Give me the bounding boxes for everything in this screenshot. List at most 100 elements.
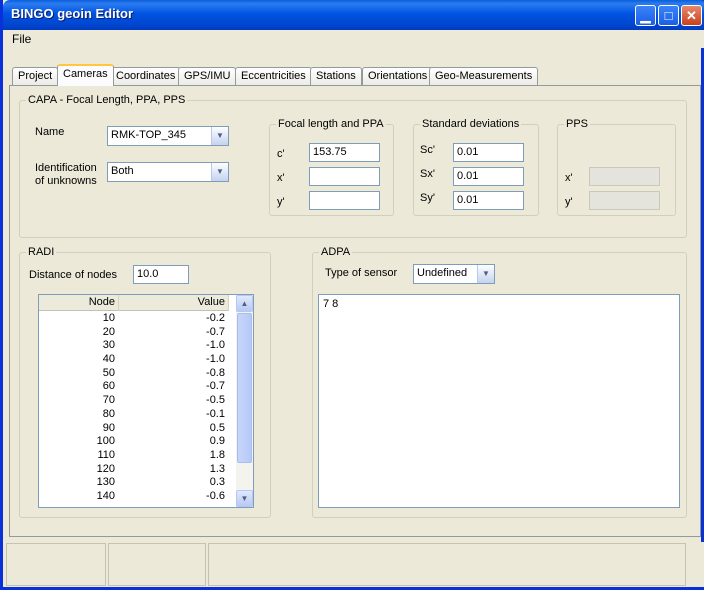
distance-of-nodes-field[interactable]: 10.0 [133, 265, 189, 284]
pps-x-label: x' [565, 172, 573, 184]
value-cell: 0.5 [209, 421, 225, 434]
node-cell: 70 [102, 394, 115, 407]
column-header-value[interactable]: Value [119, 295, 229, 311]
node-cell: 50 [102, 366, 115, 379]
value-cell: -0.8 [206, 366, 225, 379]
value-cell: -0.7 [206, 325, 225, 338]
table-row[interactable]: 60 -0.7 [39, 380, 229, 394]
node-cell: 60 [102, 380, 115, 393]
value-cell: -0.7 [206, 380, 225, 393]
sy-field[interactable]: 0.01 [453, 191, 524, 210]
cameras-panel: CAPA - Focal Length, PPA, PPS Name RMK-T… [9, 85, 701, 537]
column-header-node[interactable]: Node [39, 295, 119, 311]
x-label: x' [277, 172, 285, 184]
status-pane-1 [6, 543, 106, 586]
table-row[interactable]: 110 1.8 [39, 449, 229, 463]
table-scrollbar[interactable]: ▲ ▼ [236, 295, 253, 507]
table-header: Node Value [39, 295, 229, 311]
window-title: BINGO geoin Editor [11, 6, 134, 21]
pps-y-field [589, 191, 660, 210]
ppa-x-field[interactable] [309, 167, 380, 186]
sensor-type-select[interactable]: Undefined ▼ [413, 264, 495, 284]
y-label: y' [277, 196, 285, 208]
value-cell: -1.0 [206, 339, 225, 352]
close-button[interactable]: ✕ [681, 5, 702, 26]
table-row[interactable]: 10 -0.2 [39, 312, 229, 326]
value-cell: -0.2 [206, 312, 225, 324]
focal-length-field[interactable]: 153.75 [309, 143, 380, 162]
identification-label-line2: of unknowns [35, 175, 97, 187]
node-cell: 120 [96, 462, 115, 475]
node-cell: 80 [102, 407, 115, 420]
pps-legend: PPS [566, 118, 589, 130]
tab-orientations[interactable]: Orientations [362, 67, 434, 85]
node-cell: 40 [102, 353, 115, 366]
tab-coordinates[interactable]: Coordinates [110, 67, 182, 85]
scroll-up-icon[interactable]: ▲ [236, 295, 253, 312]
minimize-button[interactable]: ▁ [635, 5, 656, 26]
sx-field[interactable]: 0.01 [453, 167, 524, 186]
value-cell: -0.1 [206, 407, 225, 420]
table-body: 10 -0.2 20 -0.7 30 -1.0 40 -1.0 50 -0.8 60 -0.7 70 -0… [39, 312, 229, 504]
table-row[interactable]: 50 -0.8 [39, 367, 229, 381]
table-row[interactable]: 130 0.3 [39, 476, 229, 490]
identification-select[interactable]: Both ▼ [107, 162, 229, 182]
table-row[interactable]: 120 1.3 [39, 463, 229, 477]
tab-cameras[interactable]: Cameras [57, 64, 114, 86]
chevron-down-icon[interactable]: ▼ [211, 163, 228, 181]
main-window: BINGO geoin Editor ▁ □ ✕ File Project Ca… [0, 0, 704, 590]
tab-gps-imu[interactable]: GPS/IMU [178, 67, 237, 85]
tab-project[interactable]: Project [12, 67, 59, 85]
capa-legend: CAPA - Focal Length, PPA, PPS [28, 94, 186, 106]
scroll-down-icon[interactable]: ▼ [236, 490, 253, 507]
identification-value: Both [111, 165, 134, 177]
tab-geo-measurements[interactable]: Geo-Measurements [429, 67, 539, 85]
table-row[interactable]: 30 -1.0 [39, 339, 229, 353]
name-label: Name [35, 126, 65, 138]
table-row[interactable]: 80 -0.1 [39, 408, 229, 422]
sensor-type-value: Undefined [417, 267, 468, 279]
title-bar[interactable]: BINGO geoin Editor ▁ □ ✕ [3, 0, 704, 30]
distance-label: Distance of nodes [29, 269, 118, 281]
maximize-icon: □ [664, 8, 673, 23]
camera-name-select[interactable]: RMK-TOP_345 ▼ [107, 126, 229, 146]
radi-table[interactable]: Node Value 10 -0.2 20 -0.7 30 -1.0 40 -1.0 50 -0.… [38, 294, 254, 508]
status-bar [6, 542, 704, 587]
node-cell: 140 [96, 489, 115, 502]
node-cell: 10 [102, 312, 115, 324]
camera-name-value: RMK-TOP_345 [111, 129, 186, 141]
adpa-text-area[interactable]: 7 8 [318, 294, 680, 508]
sy-label: Sy' [420, 192, 435, 204]
c-label: c' [277, 148, 285, 160]
maximize-button[interactable]: □ [658, 5, 679, 26]
node-cell: 20 [102, 325, 115, 338]
sc-field[interactable]: 0.01 [453, 143, 524, 162]
status-pane-2 [108, 543, 206, 586]
table-row[interactable]: 20 -0.7 [39, 326, 229, 340]
value-cell: 1.8 [209, 448, 225, 461]
tab-stations[interactable]: Stations [310, 67, 362, 85]
menu-file[interactable]: File [12, 32, 31, 46]
status-pane-3 [208, 543, 686, 586]
value-cell: -0.5 [206, 394, 225, 407]
table-row[interactable]: 40 -1.0 [39, 353, 229, 367]
table-row[interactable]: 140 -0.6 [39, 490, 229, 504]
sensor-label: Type of sensor [325, 267, 398, 279]
pps-x-field [589, 167, 660, 186]
scroll-thumb[interactable] [237, 313, 252, 463]
table-row[interactable]: 90 0.5 [39, 422, 229, 436]
focal-ppa-legend: Focal length and PPA [278, 118, 384, 130]
menu-bar: File [6, 30, 704, 48]
chevron-down-icon[interactable]: ▼ [477, 265, 494, 283]
node-cell: 100 [96, 435, 115, 448]
table-row[interactable]: 70 -0.5 [39, 394, 229, 408]
node-cell: 110 [97, 448, 115, 461]
sc-label: Sc' [420, 144, 435, 156]
value-cell: 0.9 [209, 435, 225, 448]
ppa-y-field[interactable] [309, 191, 380, 210]
close-icon: ✕ [686, 8, 697, 23]
minimize-icon: ▁ [640, 8, 651, 23]
table-row[interactable]: 100 0.9 [39, 435, 229, 449]
tab-eccentricities[interactable]: Eccentricities [235, 67, 312, 85]
chevron-down-icon[interactable]: ▼ [211, 127, 228, 145]
